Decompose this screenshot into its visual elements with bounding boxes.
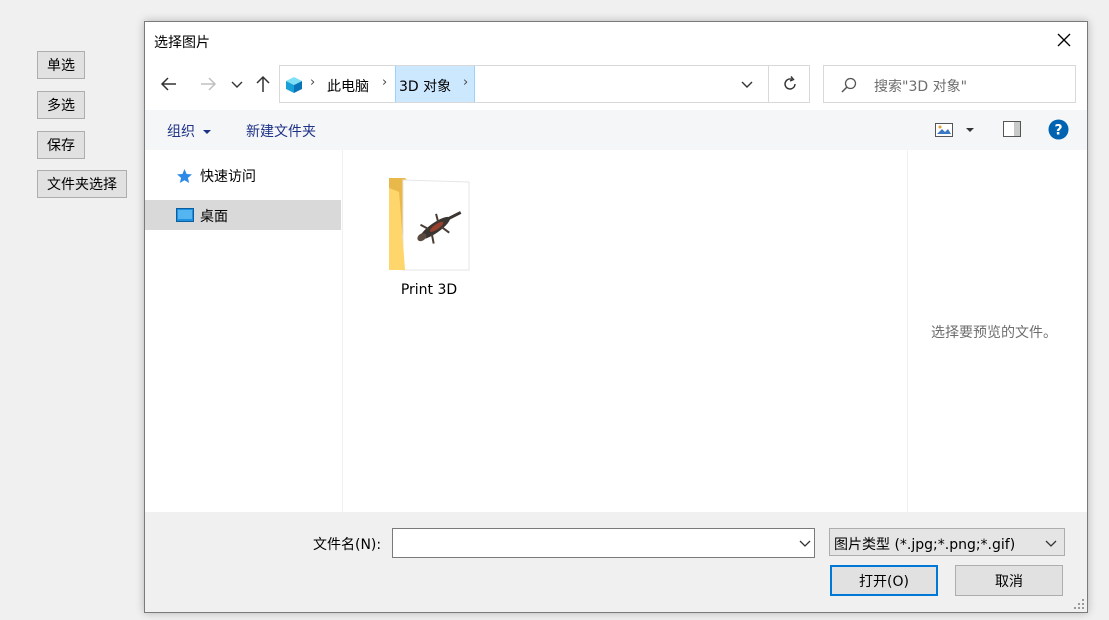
new-folder-button[interactable]: 新建文件夹 [246, 121, 316, 141]
folder-icon [389, 178, 470, 271]
command-toolbar: 组织 新建文件夹 ? [145, 110, 1087, 150]
dialog-footer: 文件名(N): 图片类型 (*.jpg;*.png;*.gif) 打开(O) 取… [145, 512, 1087, 612]
search-box[interactable]: 搜索"3D 对象" [823, 65, 1076, 103]
breadcrumb-separator-icon[interactable]: › [310, 75, 315, 90]
resize-grip-icon[interactable] [1073, 598, 1085, 610]
refresh-icon [784, 76, 796, 90]
organize-menu[interactable]: 组织 [167, 121, 212, 141]
address-bar[interactable]: › 此电脑 › 3D 对象 › [279, 65, 769, 103]
filename-dropdown-icon[interactable] [799, 538, 811, 548]
breadcrumb-separator-icon[interactable]: › [382, 75, 387, 90]
preview-pane: 选择要预览的文件。 [907, 150, 1087, 512]
cancel-button[interactable]: 取消 [955, 565, 1063, 596]
close-icon[interactable] [1053, 29, 1075, 51]
filetype-dropdown-icon [1045, 540, 1057, 547]
preview-pane-icon[interactable] [1003, 121, 1021, 137]
refresh-button[interactable] [768, 65, 810, 103]
view-dropdown-icon[interactable] [965, 126, 975, 134]
quick-access-star-icon [177, 169, 192, 183]
title-bar: 选择图片 [145, 22, 1087, 60]
folder-select-button[interactable]: 文件夹选择 [37, 170, 127, 198]
3d-objects-icon [286, 77, 302, 93]
filetype-select[interactable]: 图片类型 (*.jpg;*.png;*.gif) [829, 528, 1065, 556]
breadcrumb-3d-objects[interactable]: 3D 对象 [399, 76, 451, 96]
multi-select-button[interactable]: 多选 [37, 91, 85, 119]
filename-input[interactable] [392, 528, 815, 558]
filetype-value: 图片类型 (*.jpg;*.png;*.gif) [834, 537, 1016, 553]
address-dropdown-icon[interactable] [740, 79, 754, 91]
organize-label: 组织 [167, 124, 195, 140]
nav-label-quick-access: 快速访问 [200, 169, 256, 185]
desktop-icon [176, 208, 194, 222]
nav-label-desktop: 桌面 [200, 209, 228, 225]
breadcrumb-this-pc[interactable]: 此电脑 [327, 76, 369, 96]
help-icon[interactable]: ? [1048, 119, 1069, 140]
forward-arrow-icon[interactable] [198, 74, 218, 94]
organize-dropdown-icon [203, 130, 212, 134]
view-options-icon[interactable] [935, 123, 953, 137]
back-arrow-icon[interactable] [159, 74, 179, 94]
search-icon [841, 77, 857, 93]
recent-locations-chevron-icon[interactable] [229, 74, 245, 94]
dialog-title: 选择图片 [154, 35, 210, 51]
file-list: Print 3D [343, 150, 907, 512]
save-button[interactable]: 保存 [37, 131, 85, 159]
search-placeholder: 搜索"3D 对象" [874, 79, 968, 95]
folder-item-print3d[interactable]: Print 3D [383, 170, 475, 298]
up-arrow-icon[interactable] [253, 74, 273, 94]
folder-label: Print 3D [400, 282, 458, 298]
nav-item-desktop[interactable]: 桌面 [145, 200, 341, 230]
navigation-bar: › 此电脑 › 3D 对象 › 搜索"3D 对象" [145, 60, 1087, 108]
breadcrumb-separator-icon[interactable]: › [463, 75, 468, 90]
file-open-dialog: 选择图片 › 此电脑 › 3D 对象 › 搜索"3D 对象" 组织 新建文件夹 … [144, 21, 1088, 613]
svg-text:?: ? [1054, 123, 1062, 139]
filename-label: 文件名(N): [313, 537, 382, 553]
nav-item-quick-access[interactable]: 快速访问 [145, 160, 341, 190]
single-select-button[interactable]: 单选 [37, 51, 85, 79]
navigation-pane: 快速访问 桌面 [145, 150, 343, 512]
open-button[interactable]: 打开(O) [830, 565, 938, 596]
preview-hint: 选择要预览的文件。 [931, 325, 1057, 341]
